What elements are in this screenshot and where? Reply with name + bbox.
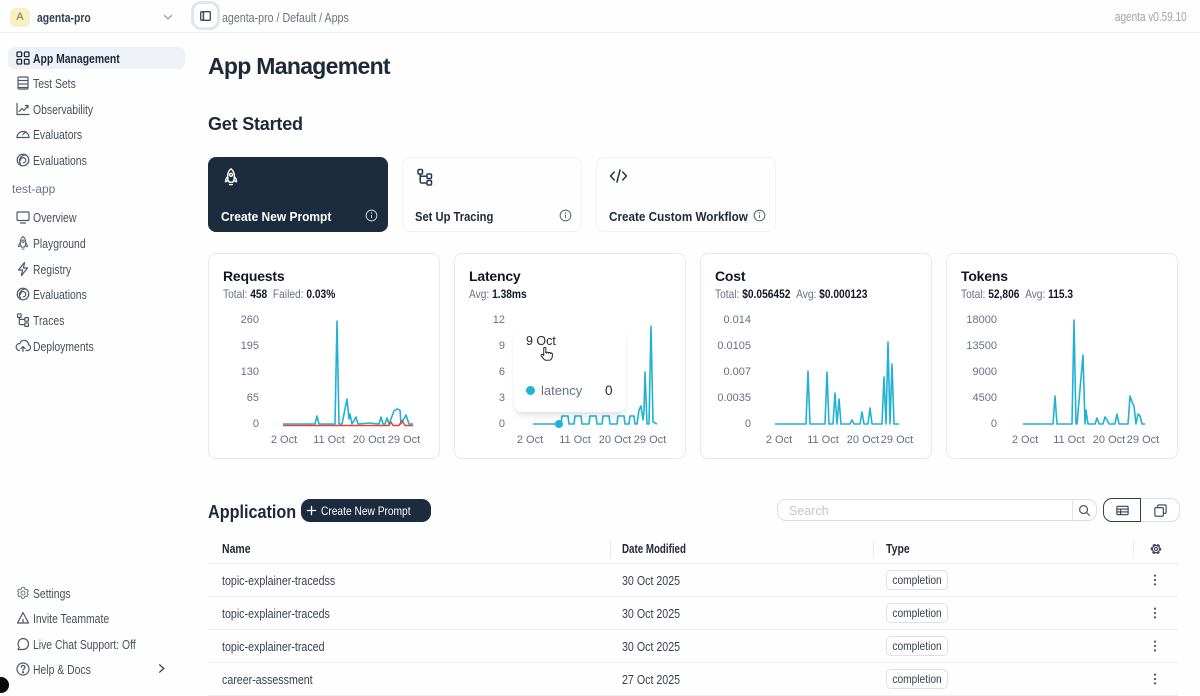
svg-text:0: 0 — [991, 418, 997, 430]
svg-text:130: 130 — [241, 366, 259, 378]
svg-text:9000: 9000 — [973, 366, 997, 378]
svg-text:3: 3 — [499, 392, 505, 404]
svg-text:11 Oct: 11 Oct — [559, 434, 591, 446]
svg-text:2 Oct: 2 Oct — [271, 434, 297, 446]
svg-text:0: 0 — [253, 418, 259, 430]
svg-text:2 Oct: 2 Oct — [766, 434, 792, 446]
svg-text:0.014: 0.014 — [723, 314, 751, 326]
svg-text:29 Oct: 29 Oct — [388, 434, 420, 446]
svg-text:29 Oct: 29 Oct — [634, 434, 666, 446]
svg-text:11 Oct: 11 Oct — [1053, 434, 1085, 446]
svg-text:11 Oct: 11 Oct — [807, 434, 839, 446]
svg-text:0: 0 — [499, 418, 505, 430]
svg-text:0.0035: 0.0035 — [717, 392, 751, 404]
svg-text:20 Oct: 20 Oct — [1093, 434, 1125, 446]
svg-text:29 Oct: 29 Oct — [1127, 434, 1159, 446]
svg-text:13500: 13500 — [966, 340, 997, 352]
svg-text:65: 65 — [247, 392, 259, 404]
svg-text:0.007: 0.007 — [723, 366, 751, 378]
svg-text:6: 6 — [499, 366, 505, 378]
svg-text:0: 0 — [745, 418, 751, 430]
svg-text:20 Oct: 20 Oct — [353, 434, 385, 446]
svg-text:20 Oct: 20 Oct — [599, 434, 631, 446]
svg-text:4500: 4500 — [973, 392, 997, 404]
svg-text:260: 260 — [241, 314, 259, 326]
svg-text:11 Oct: 11 Oct — [313, 434, 345, 446]
svg-text:12: 12 — [493, 314, 505, 326]
svg-text:18000: 18000 — [966, 314, 997, 326]
svg-text:2 Oct: 2 Oct — [517, 434, 543, 446]
svg-text:20 Oct: 20 Oct — [847, 434, 879, 446]
svg-text:195: 195 — [241, 340, 259, 352]
svg-text:29 Oct: 29 Oct — [881, 434, 913, 446]
svg-text:0.0105: 0.0105 — [717, 340, 751, 352]
svg-text:9: 9 — [499, 340, 505, 352]
svg-text:2 Oct: 2 Oct — [1012, 434, 1038, 446]
